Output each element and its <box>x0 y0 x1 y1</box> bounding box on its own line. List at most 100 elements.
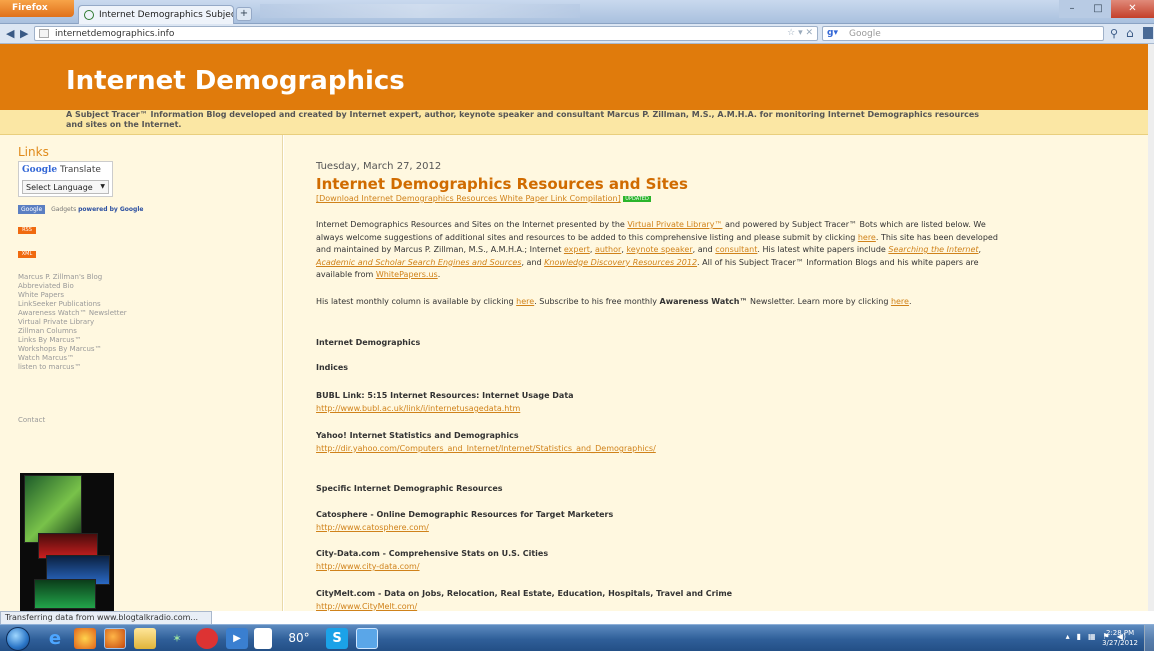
browser-titlebar: Firefox Internet Demographics Subject ..… <box>0 0 1154 24</box>
book-cover-image[interactable] <box>20 473 114 611</box>
sidebar-link[interactable]: LinkSeeker Publications <box>18 300 127 309</box>
folder-icon[interactable] <box>134 628 156 649</box>
whitepapers-us-link[interactable]: WhitePapers.us <box>376 270 438 279</box>
taskbar: e ✶ ▶ 80° S ▴ ▮ ▦ ⚑ ◀) 2:28 PM 3/27/2012 <box>0 624 1154 651</box>
forward-icon[interactable]: ▶ <box>20 27 28 40</box>
post-title[interactable]: Internet Demographics Resources and Site… <box>316 175 688 193</box>
resource-title: Catosphere - Online Demographic Resource… <box>316 510 614 519</box>
download-white-paper-link[interactable]: [Download Internet Demographics Resource… <box>316 194 621 203</box>
section-heading: Internet Demographics <box>316 338 421 347</box>
address-bar[interactable]: internetdemographics.info ☆ ▾ ✕ <box>34 26 818 41</box>
skype-icon[interactable]: S <box>326 628 348 649</box>
sidebar-link[interactable]: Awareness Watch™ Newsletter <box>18 309 127 318</box>
language-select[interactable]: Select Language <box>22 180 109 194</box>
home-icon[interactable]: ⌂ <box>1126 26 1134 40</box>
sidebar: Links Google Translate Select Language G… <box>0 135 283 611</box>
expert-link[interactable]: expert <box>564 245 590 254</box>
app-icon[interactable] <box>196 628 218 649</box>
tab-favicon-icon <box>84 10 94 20</box>
add-to-google-button[interactable]: Google <box>18 205 46 214</box>
google-translate-widget: Google Translate Select Language <box>18 161 113 197</box>
back-icon[interactable]: ◀ <box>6 27 14 40</box>
section-heading: Specific Internet Demographic Resources <box>316 484 503 493</box>
tray-app-icon[interactable]: ▮ <box>1077 632 1081 641</box>
document-icon[interactable] <box>254 628 272 649</box>
submit-here-link[interactable]: here <box>858 233 876 242</box>
sidebar-link[interactable]: Links By Marcus™ <box>18 336 127 345</box>
sidebar-link[interactable]: Virtual Private Library <box>18 318 127 327</box>
address-url: internetdemographics.info <box>55 29 175 39</box>
firefox-menu-button[interactable]: Firefox <box>0 0 74 17</box>
resource-link[interactable]: http://www.city-data.com/ <box>316 562 420 571</box>
resource-title: City-Data.com - Comprehensive Stats on U… <box>316 549 549 558</box>
powered-by-google[interactable]: powered by Google <box>78 206 143 213</box>
browser-tab[interactable]: Internet Demographics Subject ... <box>78 5 234 24</box>
knowledge-discovery-link[interactable]: Knowledge Discovery Resources 2012 <box>544 258 697 267</box>
clock-date: 3/27/2012 <box>1102 639 1138 647</box>
start-button[interactable] <box>6 627 30 651</box>
blog-title[interactable]: Internet Demographics <box>66 66 405 96</box>
main-content: Tuesday, March 27, 2012 Internet Demogra… <box>284 135 1154 611</box>
sidebar-link[interactable]: Zillman Columns <box>18 327 127 336</box>
blog-description-band: A Subject Tracer™ Information Blog devel… <box>0 110 1154 135</box>
resource-title: Yahoo! Internet Statistics and Demograph… <box>316 431 519 440</box>
close-button[interactable]: ✕ <box>1111 0 1154 18</box>
sidebar-link[interactable]: Workshops By Marcus™ <box>18 345 127 354</box>
internet-explorer-icon[interactable]: e <box>44 628 66 649</box>
page-scrollbar[interactable] <box>1148 44 1154 611</box>
download-line: [Download Internet Demographics Resource… <box>316 194 651 203</box>
learn-more-link[interactable]: here <box>891 297 909 306</box>
sidebar-link[interactable]: Abbreviated Bio <box>18 282 127 291</box>
searching-the-internet-link[interactable]: Searching the Internet <box>888 245 978 254</box>
window-controls: – □ ✕ <box>1059 0 1154 18</box>
network-tray-icon[interactable]: ▦ <box>1088 632 1096 641</box>
window-app-icon[interactable] <box>356 628 378 649</box>
weather-gadget[interactable]: 80° <box>282 628 316 649</box>
clock[interactable]: 2:28 PM 3/27/2012 <box>1102 628 1138 648</box>
post-date: Tuesday, March 27, 2012 <box>316 161 442 172</box>
xml-feed-button[interactable]: XML <box>18 251 36 258</box>
tab-title: Internet Demographics Subject ... <box>99 10 233 20</box>
tray-arrow-icon[interactable]: ▴ <box>1066 632 1070 641</box>
search-bar[interactable]: g▾ Google <box>822 26 1104 41</box>
firefox-taskbar-icon[interactable] <box>104 628 126 649</box>
academic-scholar-link[interactable]: Academic and Scholar Search Engines and … <box>316 258 521 267</box>
show-desktop-button[interactable] <box>1144 625 1154 651</box>
resource-link[interactable]: http://www.catosphere.com/ <box>316 523 429 532</box>
resource-link[interactable]: http://dir.yahoo.com/Computers_and_Inter… <box>316 444 656 453</box>
navigation-bar: ◀ ▶ internetdemographics.info ☆ ▾ ✕ g▾ G… <box>0 24 1154 44</box>
maximize-button[interactable]: □ <box>1085 0 1111 18</box>
sidebar-link[interactable]: White Papers <box>18 291 127 300</box>
consultant-link[interactable]: consultant <box>715 245 757 254</box>
translate-title: Google Translate <box>22 165 101 175</box>
bookmark-star-icon[interactable]: ☆ ▾ ✕ <box>787 28 813 38</box>
rss-feed-button[interactable]: RSS <box>18 227 36 234</box>
monthly-column-link[interactable]: here <box>516 297 534 306</box>
bookmarks-menu-icon[interactable] <box>1143 27 1153 39</box>
sidebar-link-list: Marcus P. Zillman's Blog Abbreviated Bio… <box>18 273 127 372</box>
blog-header: Internet Demographics <box>0 44 1154 110</box>
chrome-icon[interactable] <box>74 628 96 649</box>
author-link[interactable]: author <box>595 245 621 254</box>
clock-time: 2:28 PM <box>1105 629 1135 637</box>
sidebar-link[interactable]: Watch Marcus™ <box>18 354 127 363</box>
minimize-button[interactable]: – <box>1059 0 1085 18</box>
resource-link[interactable]: http://www.bubl.ac.uk/link/i/internetusa… <box>316 404 520 413</box>
sidebar-link[interactable]: listen to marcus™ <box>18 363 127 372</box>
sidebar-link[interactable]: Marcus P. Zillman's Blog <box>18 273 127 282</box>
google-search-icon[interactable]: g▾ <box>827 28 838 38</box>
resource-title: CityMelt.com - Data on Jobs, Relocation,… <box>316 589 733 598</box>
resource-link[interactable]: http://www.CityMelt.com/ <box>316 602 417 611</box>
page-favicon-icon <box>39 29 49 38</box>
new-tab-button[interactable]: + <box>236 7 252 21</box>
network-icon[interactable]: ✶ <box>166 628 188 649</box>
contact-link[interactable]: Contact <box>18 416 45 424</box>
media-player-icon[interactable]: ▶ <box>226 628 248 649</box>
search-placeholder: Google <box>849 29 881 39</box>
intro-paragraph: Internet Demographics Resources and Site… <box>316 220 998 279</box>
virtual-private-library-link[interactable]: Virtual Private Library™ <box>627 220 722 229</box>
column-paragraph: His latest monthly column is available b… <box>316 297 912 306</box>
keynote-speaker-link[interactable]: keynote speaker <box>626 245 692 254</box>
section-heading: Indices <box>316 363 349 372</box>
search-icon[interactable]: ⚲ <box>1110 27 1118 40</box>
